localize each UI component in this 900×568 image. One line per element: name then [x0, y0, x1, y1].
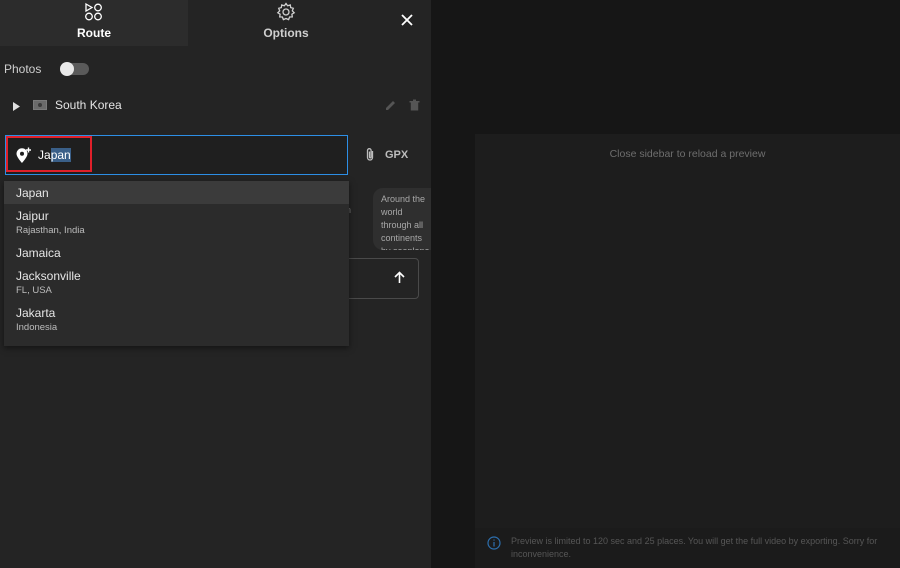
add-location-pin-icon	[15, 147, 32, 169]
dropdown-item-title: Jakarta	[16, 306, 56, 320]
app-root: Route Options Photos South Korea Japan G…	[0, 0, 900, 568]
dropdown-item-title: Jacksonville	[16, 269, 81, 283]
dropdown-item-title: Jaipur	[16, 209, 49, 223]
photos-toggle[interactable]	[60, 62, 89, 76]
edit-icon[interactable]	[385, 98, 397, 116]
dropdown-item[interactable]: Jamaica	[4, 241, 349, 265]
input-text-plain: Ja	[38, 148, 51, 162]
dropdown-item-subtitle: FL, USA	[16, 285, 52, 296]
place-suggestions-dropdown: Japan Jaipur Rajasthan, India Jamaica Ja…	[4, 181, 349, 346]
tab-options-label: Options	[263, 26, 309, 40]
flag-icon	[33, 100, 47, 110]
place-input-value: Japan	[38, 148, 71, 162]
tab-bar: Route Options	[0, 0, 431, 46]
photos-label: Photos	[4, 62, 42, 76]
dropdown-item-subtitle: Rajasthan, India	[16, 225, 85, 236]
tab-route[interactable]: Route	[0, 0, 188, 46]
preview-message: Close sidebar to reload a preview	[609, 148, 766, 160]
tab-route-label: Route	[77, 26, 111, 40]
tab-options[interactable]: Options	[188, 0, 384, 46]
trash-icon[interactable]	[409, 98, 420, 116]
toggle-knob	[60, 62, 74, 76]
sidebar: Route Options Photos South Korea Japan G…	[0, 0, 431, 568]
close-icon	[401, 14, 413, 26]
arrow-up-send-icon[interactable]	[392, 270, 407, 290]
video-preview-panel: Close sidebar to reload a preview Previe…	[475, 134, 900, 568]
route-name: South Korea	[55, 98, 122, 112]
route-icon	[84, 2, 104, 25]
play-expand-icon[interactable]	[11, 99, 21, 117]
close-sidebar-button[interactable]	[398, 11, 416, 29]
gpx-button[interactable]: GPX	[385, 149, 408, 161]
dropdown-item-subtitle: Indonesia	[16, 322, 58, 333]
preview-limit-notice: Preview is limited to 120 sec and 25 pla…	[475, 528, 900, 568]
dropdown-item[interactable]: Jaipur Rajasthan, India	[4, 204, 349, 241]
dropdown-item[interactable]: Jakarta Indonesia	[4, 302, 349, 339]
dropdown-item-title: Japan	[16, 186, 49, 200]
route-item[interactable]: South Korea	[0, 92, 431, 118]
dropdown-item[interactable]: Jacksonville FL, USA	[4, 265, 349, 302]
dropdown-item[interactable]: Japan	[4, 181, 349, 204]
paperclip-icon[interactable]	[364, 147, 376, 167]
info-icon	[487, 536, 501, 555]
dropdown-item-title: Jamaica	[16, 246, 61, 260]
suggestion-chip[interactable]: Around the world through all continents …	[373, 188, 431, 250]
input-text-selected: pan	[50, 148, 71, 162]
preview-notice-text: Preview is limited to 120 sec and 25 pla…	[511, 536, 878, 559]
gear-icon	[276, 2, 296, 25]
